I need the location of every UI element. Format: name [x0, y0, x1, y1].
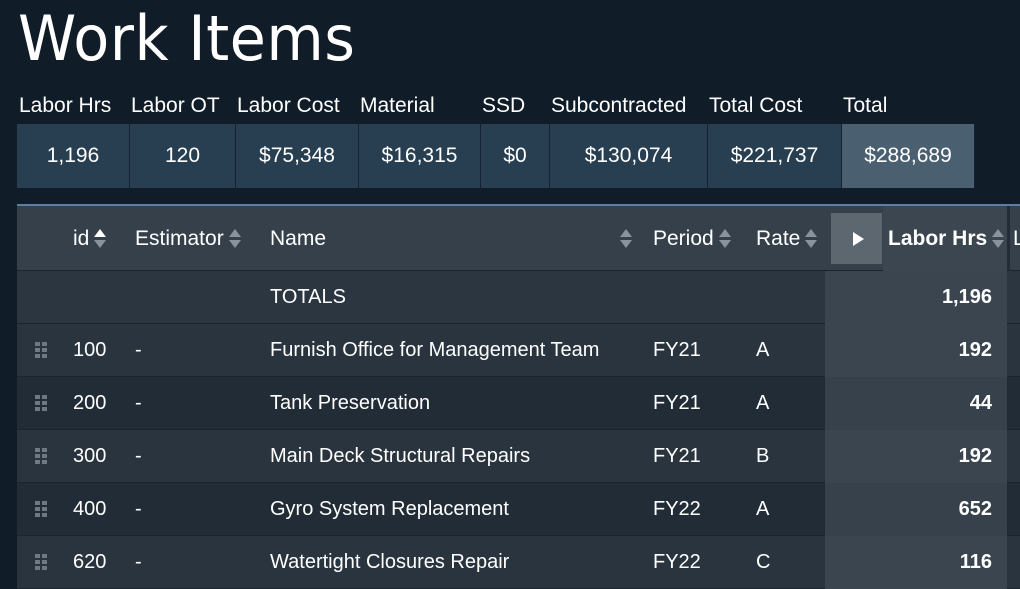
drag-handle-icon[interactable] [35, 395, 47, 411]
play-triangle-icon [852, 231, 864, 246]
drag-handle-icon[interactable] [35, 501, 47, 517]
summary-value-labor-hrs: 1,196 [17, 124, 130, 188]
sort-arrows-icon[interactable] [992, 229, 1005, 248]
drag-handle-icon[interactable] [35, 554, 47, 570]
table-row[interactable]: 620 - Watertight Closures Repair FY22 C … [17, 536, 1020, 589]
totals-labor-hrs: 1,196 [941, 286, 992, 308]
column-header-labor-hrs-label: Labor Hrs [888, 226, 988, 250]
summary-label-ssd: SSD [482, 94, 526, 117]
totals-row: TOTALS 1,196 [17, 271, 1020, 324]
cell-labor-hrs: 192 [958, 339, 992, 361]
summary-label-labor-ot: Labor OT [131, 94, 220, 117]
cell-period: FY21 [653, 339, 701, 361]
cell-name: Gyro System Replacement [270, 498, 509, 520]
cell-period: FY21 [653, 392, 701, 414]
cell-id: 100 [73, 339, 107, 361]
totals-label: TOTALS [270, 286, 346, 308]
cell-id: 620 [73, 551, 107, 573]
cell-period: FY22 [653, 498, 701, 520]
table-row[interactable]: 200 - Tank Preservation FY21 A 44 [17, 377, 1020, 430]
summary-value-material: $16,315 [359, 124, 481, 188]
summary-value-total: $288,689 [842, 124, 975, 188]
sort-arrows-icon[interactable] [620, 229, 632, 248]
table-row[interactable]: 400 - Gyro System Replacement FY22 A 652 [17, 483, 1020, 536]
table-row[interactable]: 300 - Main Deck Structural Repairs FY21 … [17, 430, 1020, 483]
drag-handle-icon[interactable] [35, 448, 47, 464]
summary-value-subcontracted: $130,074 [550, 124, 708, 188]
cell-rate: A [756, 339, 770, 361]
column-header-rate[interactable]: Rate [756, 206, 818, 271]
cell-rate: B [756, 445, 770, 467]
column-header-partial[interactable]: L [1013, 206, 1020, 271]
cell-estimator: - [135, 445, 142, 467]
cell-name: Furnish Office for Management Team [270, 339, 600, 361]
summary-label-labor-cost: Labor Cost [237, 94, 340, 117]
cell-labor-hrs: 652 [958, 498, 992, 520]
summary-label-total: Total [843, 94, 888, 117]
summary-value-labor-cost: $75,348 [236, 124, 359, 188]
summary-value-labor-ot: 120 [130, 124, 236, 188]
cell-rate: C [756, 551, 771, 573]
summary-value-ssd: $0 [481, 124, 550, 188]
work-items-grid: id Estimator Name Period Rate Labor Hrs … [17, 204, 1020, 589]
cell-rate: A [756, 498, 770, 520]
column-header-rate-label: Rate [756, 226, 801, 250]
summary-label-labor-hrs: Labor Hrs [19, 94, 112, 117]
column-header-name-label: Name [270, 226, 327, 250]
cell-name: Tank Preservation [270, 392, 431, 414]
column-header-id[interactable]: id [73, 206, 107, 271]
cell-name: Watertight Closures Repair [270, 551, 510, 573]
cell-id: 400 [73, 498, 107, 520]
page-title: Work Items [18, 2, 356, 75]
column-header-estimator[interactable]: Estimator [135, 206, 241, 271]
summary-labels: Labor Hrs Labor OT Labor Cost Material S… [17, 94, 977, 124]
cell-id: 200 [73, 392, 107, 414]
sort-arrows-icon[interactable] [94, 229, 107, 248]
cell-estimator: - [135, 551, 142, 573]
sort-arrows-icon[interactable] [718, 229, 731, 248]
cell-period: FY22 [653, 551, 701, 573]
table-row[interactable]: 100 - Furnish Office for Management Team… [17, 324, 1020, 377]
summary-values: 1,196 120 $75,348 $16,315 $0 $130,074 $2… [17, 124, 977, 188]
cell-id: 300 [73, 445, 107, 467]
expand-columns-button[interactable] [831, 213, 882, 264]
cell-labor-hrs: 116 [959, 551, 992, 573]
summary-value-total-cost: $221,737 [708, 124, 842, 188]
summary-label-subcontracted: Subcontracted [551, 94, 687, 117]
column-header-labor-hrs[interactable]: Labor Hrs [888, 206, 1005, 271]
column-header-name[interactable]: Name [270, 206, 632, 271]
cell-name: Main Deck Structural Repairs [270, 445, 531, 467]
sort-arrows-icon[interactable] [805, 229, 818, 248]
cell-labor-hrs: 44 [969, 392, 992, 414]
column-header-id-label: id [73, 226, 90, 250]
cell-period: FY21 [653, 445, 701, 467]
column-header-estimator-label: Estimator [135, 226, 224, 250]
column-divider [1007, 206, 1010, 271]
cell-rate: A [756, 392, 770, 414]
column-header-period[interactable]: Period [653, 206, 731, 271]
column-header-period-label: Period [653, 226, 714, 250]
cell-labor-hrs: 192 [958, 445, 992, 467]
summary-label-total-cost: Total Cost [709, 94, 803, 117]
cell-estimator: - [135, 498, 142, 520]
sort-arrows-icon[interactable] [228, 229, 241, 248]
cell-estimator: - [135, 339, 142, 361]
cell-estimator: - [135, 392, 142, 414]
drag-handle-icon[interactable] [35, 342, 47, 358]
summary-label-material: Material [360, 94, 435, 117]
grid-header: id Estimator Name Period Rate Labor Hrs … [17, 206, 1020, 271]
